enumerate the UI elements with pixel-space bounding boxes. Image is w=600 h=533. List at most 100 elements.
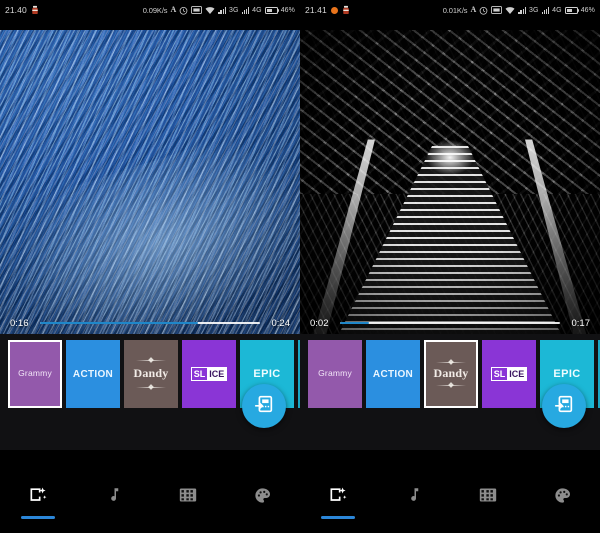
active-tab-indicator — [396, 516, 430, 519]
toolbar-item-effects[interactable] — [300, 484, 375, 519]
filter-label: Grammy — [18, 368, 52, 379]
dandy-ornament-top — [436, 362, 466, 363]
slice-logo-part2: ICE — [207, 368, 227, 380]
palette-icon — [252, 484, 274, 506]
filter-card-action[interactable]: ACTION — [366, 340, 420, 408]
effects-icon — [327, 484, 349, 506]
signal-bars-sim1-icon — [518, 6, 526, 14]
filter-label: EPIC — [553, 367, 581, 380]
status-bar-right: 0.09K/s A 3G 4G 46% — [143, 6, 295, 15]
network-speed: 0.01K/s — [442, 5, 468, 15]
film-strip-icon — [477, 484, 499, 506]
signal-bars-sim2-icon — [241, 6, 250, 14]
battery-icon — [264, 6, 280, 14]
filter-tray: Grammy ACTION Dandy SL ICE EPIC — [0, 334, 300, 450]
total-time-label: 0:24 — [271, 317, 291, 329]
filter-card-dandy[interactable]: Dandy — [124, 340, 178, 408]
slice-logo-part2: ICE — [507, 368, 527, 380]
dandy-ornament-bottom — [136, 387, 166, 388]
toolbar-item-filters[interactable] — [525, 484, 600, 519]
slice-logo-part1: SL — [193, 368, 206, 379]
filter-card-dandy[interactable]: Dandy — [424, 340, 478, 408]
active-tab-indicator — [320, 516, 355, 519]
orange-circle-icon — [330, 6, 338, 14]
export-video-button[interactable] — [242, 384, 286, 428]
slice-logo-part1: SL — [493, 368, 506, 379]
palette-icon — [552, 484, 574, 506]
total-time-label: 0:17 — [571, 317, 591, 329]
vignette-overlay — [300, 30, 600, 334]
phone-screen-left: 21.40 0.09K/s A 3G 4G 46% 0:16 0:24 Gram… — [0, 0, 300, 533]
video-surface[interactable] — [0, 30, 300, 334]
seek-progress-fill — [40, 321, 199, 325]
signal-bars-sim1-icon — [218, 6, 226, 14]
toolbar-item-effects[interactable] — [0, 484, 75, 519]
filter-tray: Grammy ACTION Dandy SL ICE EPIC — [300, 334, 600, 450]
battery-icon — [564, 6, 580, 14]
app-notification-icon — [342, 5, 350, 15]
status-clock: 21.41 — [305, 5, 327, 15]
filter-label: Dandy — [433, 366, 469, 381]
export-video-button[interactable] — [542, 384, 586, 428]
status-bar-left: 21.40 — [5, 5, 39, 15]
seek-bar[interactable]: 0:16 0:24 — [0, 312, 300, 334]
filter-label: ACTION — [372, 368, 414, 380]
status-clock: 21.40 — [5, 5, 27, 15]
dandy-ornament-top — [136, 360, 166, 361]
filter-card-grammy[interactable]: Grammy — [8, 340, 62, 408]
filter-card-grammy[interactable]: Grammy — [308, 340, 362, 408]
sim2-network-label: 4G — [552, 6, 562, 14]
slice-logo: SL ICE — [490, 367, 528, 381]
export-video-icon — [253, 393, 275, 420]
active-tab-indicator — [246, 516, 280, 519]
status-bar: 21.40 0.09K/s A 3G 4G 46% — [0, 0, 300, 20]
alarm-clock-icon — [479, 6, 488, 15]
seek-bar[interactable]: 0:02 0:17 — [300, 312, 600, 334]
bottom-toolbar[interactable] — [300, 470, 600, 533]
active-tab-indicator — [471, 516, 505, 519]
dual-screenshot-container: 21.40 0.09K/s A 3G 4G 46% 0:16 0:24 Gram… — [0, 0, 600, 533]
status-bar: 21.41 0.01K/s A 3G 4G 46% — [300, 0, 600, 20]
active-tab-indicator — [546, 516, 580, 519]
sim2-network-label: 4G — [252, 6, 262, 14]
music-note-icon — [402, 484, 424, 506]
sim1-network-label: 3G — [228, 6, 239, 14]
slice-logo: SL ICE — [190, 367, 228, 381]
battery-percent: 46% — [280, 6, 295, 14]
toolbar-item-clips[interactable] — [450, 484, 525, 519]
toolbar-item-music[interactable] — [375, 484, 450, 519]
bottom-toolbar[interactable] — [0, 470, 300, 533]
status-bar-right: 0.01K/s A 3G 4G 46% — [443, 6, 595, 15]
filter-label: ACTION — [72, 368, 114, 380]
current-time-label: 0:16 — [10, 317, 29, 329]
active-tab-indicator — [96, 516, 130, 519]
filter-card-slice[interactable]: SL ICE — [482, 340, 536, 408]
active-tab-indicator — [171, 516, 205, 519]
filter-card-action[interactable]: ACTION — [66, 340, 120, 408]
sim1-network-label: 3G — [528, 6, 539, 14]
filter-label: Dandy — [133, 366, 169, 381]
alarm-clock-icon — [179, 6, 188, 15]
seek-track[interactable] — [340, 321, 560, 325]
alarm-letter-icon: A — [470, 5, 477, 14]
network-speed: 0.09K/s — [142, 5, 168, 15]
seek-track[interactable] — [40, 321, 260, 325]
seek-progress-fill — [340, 321, 369, 325]
filter-label: EPIC — [253, 367, 281, 380]
phone-screen-right: 21.41 0.01K/s A 3G 4G 46% 0:02 0:17 Gram… — [300, 0, 600, 533]
export-video-icon — [553, 393, 575, 420]
video-surface[interactable] — [300, 30, 600, 334]
toolbar-item-music[interactable] — [75, 484, 150, 519]
signal-bars-sim2-icon — [541, 6, 550, 14]
film-strip-icon — [177, 484, 199, 506]
wifi-icon — [505, 6, 515, 15]
video-preview[interactable]: 0:02 0:17 — [300, 20, 600, 334]
battery-percent: 46% — [580, 6, 595, 14]
active-tab-indicator — [20, 516, 55, 519]
status-bar-left: 21.41 — [305, 5, 350, 15]
filter-card-slice[interactable]: SL ICE — [182, 340, 236, 408]
effects-icon — [27, 484, 49, 506]
toolbar-item-clips[interactable] — [150, 484, 225, 519]
toolbar-item-filters[interactable] — [225, 484, 300, 519]
video-preview[interactable]: 0:16 0:24 — [0, 20, 300, 334]
